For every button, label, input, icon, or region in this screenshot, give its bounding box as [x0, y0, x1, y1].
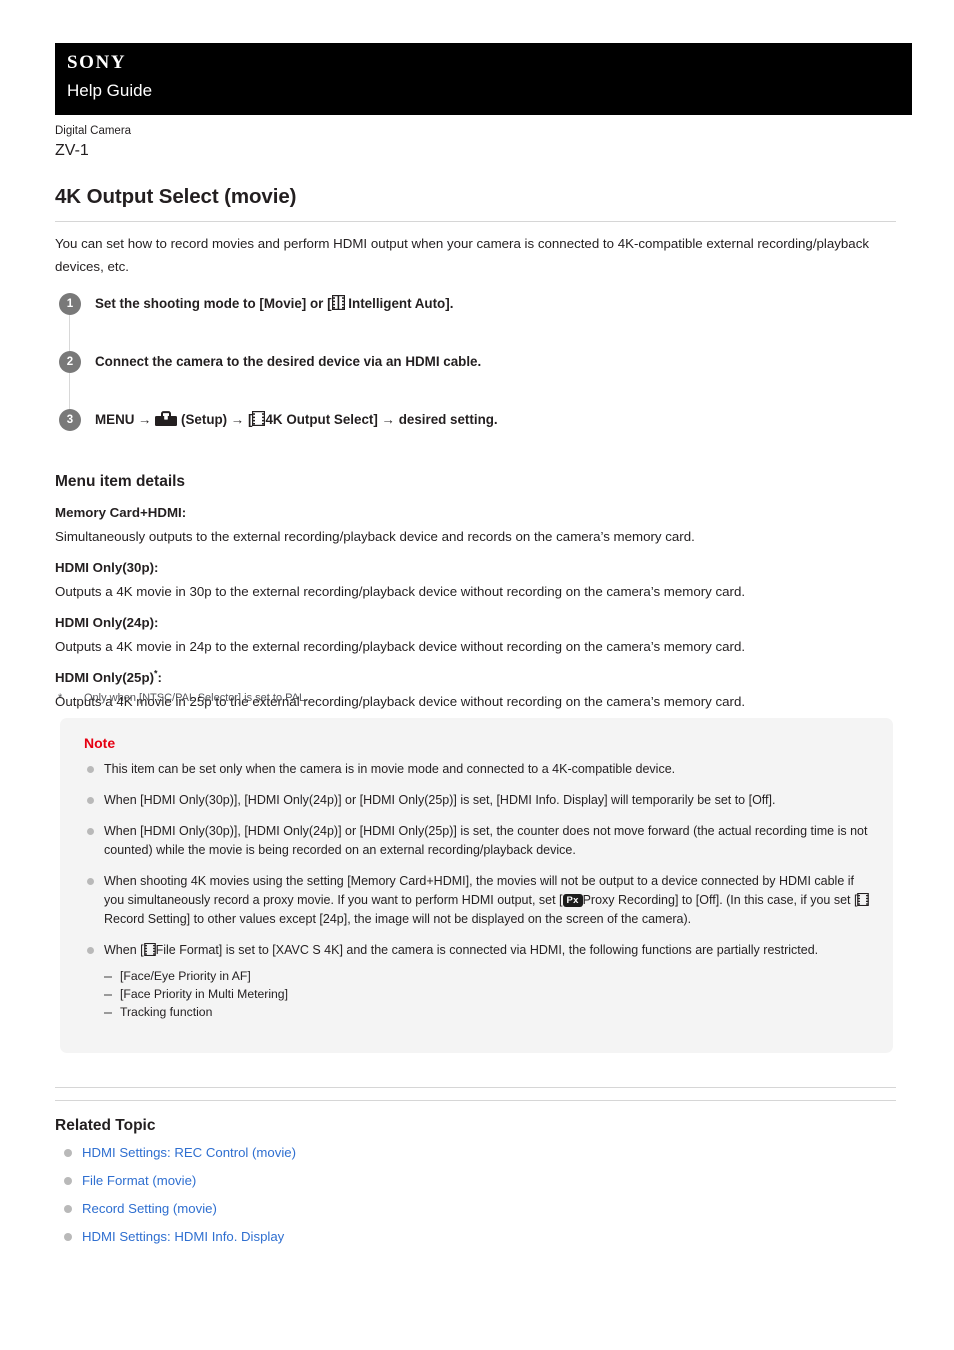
note-item-text-part1: When [	[104, 943, 144, 957]
step-number-badge: 2	[59, 351, 81, 373]
dash-icon	[104, 1012, 112, 1014]
note-list-item: This item can be set only when the camer…	[74, 760, 871, 779]
movie-film-icon	[331, 295, 345, 310]
page-title: 4K Output Select (movie)	[55, 185, 297, 208]
section-divider-bottom	[55, 1100, 896, 1101]
movie-film-icon	[143, 943, 156, 956]
note-list-item: When [ File Format] is set to [XAVC S 4K]…	[74, 941, 871, 1021]
movie-film-icon	[252, 411, 266, 426]
section-divider-top	[55, 1087, 896, 1088]
proxy-recording-badge-icon: Px	[562, 894, 583, 907]
step-text: MENU → (Setup) → [4K Output Select] → de…	[95, 409, 498, 431]
sony-logo: SONY	[67, 52, 127, 73]
detail-term: Memory Card+HDMI:	[55, 505, 187, 520]
step-text: Set the shooting mode to [Movie] or [ In…	[95, 293, 453, 315]
intro-paragraph: You can set how to record movies and per…	[55, 236, 869, 274]
related-topic-link[interactable]: Record Setting (movie)	[82, 1201, 217, 1216]
menu-item-details-list: Memory Card+HDMI: Simultaneously outputs…	[55, 502, 900, 712]
bullet-icon	[64, 1205, 72, 1213]
product-model: ZV-1	[55, 142, 89, 159]
related-topic-item: File Format (movie)	[62, 1171, 296, 1190]
step-1-text-after: Intelligent Auto].	[348, 296, 454, 311]
bullet-icon	[87, 797, 94, 804]
note-list: This item can be set only when the camer…	[74, 760, 871, 1021]
note-item-text: When [HDMI Only(30p)], [HDMI Only(24p)] …	[104, 793, 776, 807]
related-topic-list: HDMI Settings: REC Control (movie) File …	[62, 1143, 296, 1246]
note-list-item: When [HDMI Only(30p)], [HDMI Only(24p)] …	[74, 822, 871, 860]
note-item-text-part2: File Format] is set to [XAVC S 4K] and t…	[155, 943, 819, 957]
step-3-end-label: desired setting.	[398, 412, 498, 427]
detail-definition: Outputs a 4K movie in 24p to the externa…	[55, 639, 746, 654]
step-3-menu-label: MENU	[95, 412, 135, 427]
movie-film-icon	[857, 893, 870, 906]
restricted-function-item: [Face Priority in Multi Metering]	[104, 985, 871, 1003]
dash-icon	[104, 994, 112, 996]
bullet-icon	[64, 1233, 72, 1241]
note-item-text-part2: Proxy Recording] to [Off]. (In this case…	[582, 893, 858, 907]
step-3-item-label: 4K Output Select]	[265, 412, 378, 427]
arrow-right-icon: →	[381, 412, 395, 427]
step-1: 1 Set the shooting mode to [Movie] or [ …	[59, 293, 899, 352]
step-connector-line	[69, 315, 70, 352]
footnote-marker: *	[58, 692, 63, 704]
bullet-icon	[87, 828, 94, 835]
restricted-function-label: [Face/Eye Priority in AF]	[120, 969, 251, 983]
restricted-function-item: Tracking function	[104, 1003, 871, 1021]
step-3-setup-label: (Setup)	[181, 412, 228, 427]
detail-term: HDMI Only(30p):	[55, 560, 159, 575]
related-topic-item: HDMI Settings: HDMI Info. Display	[62, 1227, 296, 1246]
restricted-function-label: [Face Priority in Multi Metering]	[120, 987, 288, 1001]
step-number-badge: 1	[59, 293, 81, 315]
footnote-text: Only when [NTSC/PAL Selector] is set to …	[84, 692, 309, 704]
bullet-icon	[64, 1149, 72, 1157]
step-1-text-before: Set the shooting mode to [Movie] or [	[95, 296, 332, 311]
restricted-function-list: [Face/Eye Priority in AF] [Face Priority…	[104, 967, 871, 1021]
restricted-function-label: Tracking function	[120, 1005, 213, 1019]
toolbox-setup-icon	[155, 411, 178, 427]
related-topic-heading: Related Topic	[55, 1117, 156, 1134]
related-topic-item: HDMI Settings: REC Control (movie)	[62, 1143, 296, 1162]
product-info: Digital Camera ZV-1	[55, 124, 131, 161]
procedure-steps: 1 Set the shooting mode to [Movie] or [ …	[59, 293, 899, 435]
step-3: 3 MENU → (Setup) → [4K Output Select] → …	[59, 409, 899, 435]
site-header: SONY Help Guide	[55, 43, 912, 115]
detail-definition: Outputs a 4K movie in 30p to the externa…	[55, 584, 746, 599]
restricted-function-item: [Face/Eye Priority in AF]	[104, 967, 871, 985]
detail-definition: Simultaneously outputs to the external r…	[55, 529, 695, 544]
bullet-icon	[87, 878, 94, 885]
note-list-item: When shooting 4K movies using the settin…	[74, 872, 871, 929]
note-title: Note	[84, 735, 116, 751]
step-connector-line	[69, 373, 70, 410]
footnote: * Only when [NTSC/PAL Selector] is set to…	[58, 690, 308, 706]
related-topic-link[interactable]: HDMI Settings: HDMI Info. Display	[82, 1229, 284, 1244]
dash-icon	[104, 976, 112, 978]
note-item-text: This item can be set only when the camer…	[104, 762, 676, 776]
note-list-item: When [HDMI Only(30p)], [HDMI Only(24p)] …	[74, 791, 871, 810]
related-topic-link[interactable]: File Format (movie)	[82, 1173, 196, 1188]
detail-term-suffix: :	[157, 670, 162, 685]
bullet-icon	[64, 1177, 72, 1185]
related-topic-item: Record Setting (movie)	[62, 1199, 296, 1218]
related-topic-link[interactable]: HDMI Settings: REC Control (movie)	[82, 1145, 296, 1160]
arrow-right-icon: →	[230, 412, 245, 427]
note-box: Note This item can be set only when the …	[60, 718, 893, 1053]
step-2: 2 Connect the camera to the desired devi…	[59, 351, 899, 410]
help-guide-title: Help Guide	[67, 81, 153, 100]
menu-item-details-heading: Menu item details	[55, 473, 186, 490]
title-divider	[55, 221, 896, 222]
bullet-icon	[87, 766, 94, 773]
note-item-text: When [HDMI Only(30p)], [HDMI Only(24p)] …	[104, 824, 868, 857]
step-text: Connect the camera to the desired device…	[95, 354, 482, 369]
step-number-badge: 3	[59, 409, 81, 431]
bullet-icon	[87, 947, 94, 954]
note-item-text-part3: Record Setting] to other values except […	[104, 912, 692, 926]
arrow-right-icon: →	[138, 412, 152, 427]
help-guide-page: SONY Help Guide Digital Camera ZV-1 4K O…	[0, 0, 954, 1350]
product-category: Digital Camera	[55, 125, 132, 137]
detail-term-text: HDMI Only(25p)	[55, 670, 154, 685]
detail-term: HDMI Only(24p):	[55, 615, 159, 630]
detail-term: HDMI Only(25p)*:	[55, 667, 900, 688]
